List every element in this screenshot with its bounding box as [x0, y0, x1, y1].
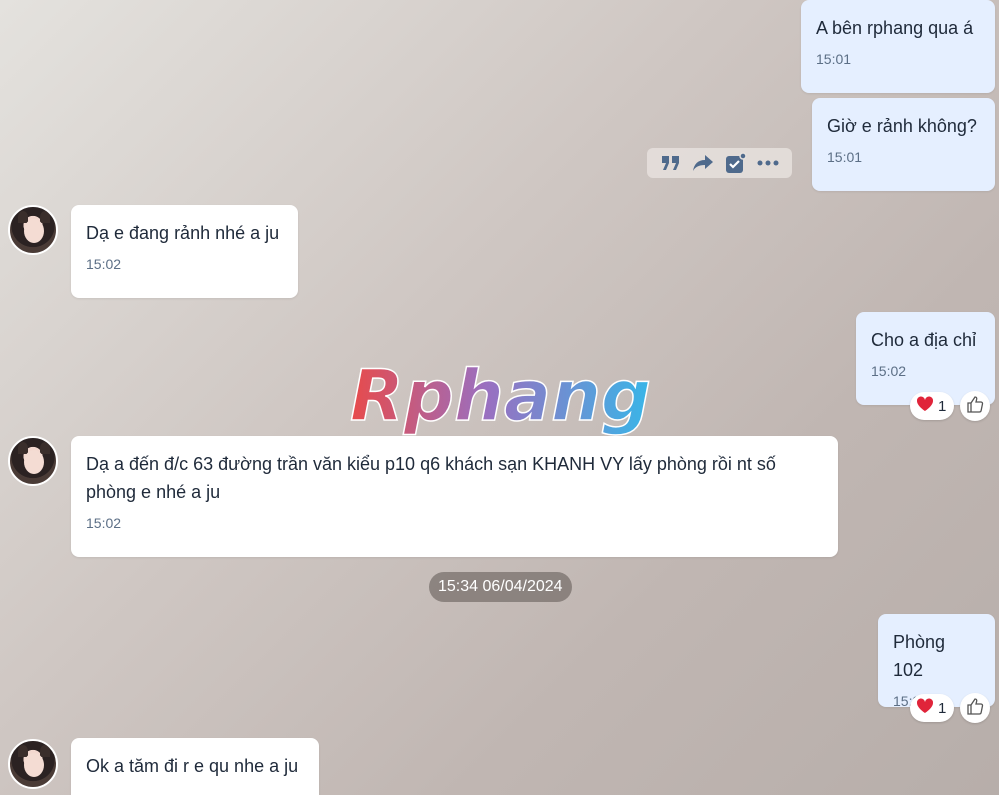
message-incoming[interactable]: Ok a tăm đi r e qu nhe a ju	[71, 738, 319, 795]
message-incoming[interactable]: Dạ e đang rảnh nhé a ju 15:02	[71, 205, 298, 298]
message-text: Ok a tăm đi r e qu nhe a ju	[86, 756, 299, 776]
date-separator: 15:34 06/04/2024	[429, 572, 572, 602]
heart-icon	[916, 698, 934, 718]
message-text: Phòng 102	[893, 632, 951, 680]
like-button[interactable]	[960, 693, 990, 723]
message-text: A bên rphang qua á	[816, 18, 974, 38]
message-text: Giờ e rảnh không?	[827, 116, 977, 136]
reaction-badge[interactable]: 1	[910, 392, 955, 420]
avatar[interactable]	[8, 205, 58, 255]
message-incoming[interactable]: Dạ a đến đ/c 63 đường trần văn kiểu p10 …	[71, 436, 838, 557]
message-time: 15:01	[827, 149, 863, 165]
message-outgoing[interactable]: Giờ e rảnh không? 15:01	[812, 98, 995, 191]
message-text: Dạ a đến đ/c 63 đường trần văn kiểu p10 …	[86, 454, 776, 502]
thumbs-up-icon	[966, 697, 984, 720]
more-icon[interactable]	[757, 152, 779, 174]
svg-text:Rphang: Rphang	[350, 358, 650, 437]
message-time: 15:02	[86, 515, 122, 531]
message-time: 15:02	[871, 363, 907, 379]
message-text: Cho a địa chỉ	[871, 330, 977, 350]
forward-icon[interactable]	[692, 152, 714, 174]
reaction-badge[interactable]: 1	[910, 694, 955, 722]
task-icon[interactable]	[725, 152, 747, 174]
heart-icon	[916, 396, 934, 416]
reaction-count: 1	[938, 699, 947, 717]
quote-icon[interactable]	[660, 152, 682, 174]
like-button[interactable]	[960, 391, 990, 421]
thumbs-up-icon	[966, 395, 984, 418]
message-text: Dạ e đang rảnh nhé a ju	[86, 223, 280, 243]
avatar[interactable]	[8, 739, 58, 789]
message-actions-toolbar	[647, 148, 792, 178]
watermark-logo: Rphang	[349, 354, 652, 438]
message-time: 15:01	[816, 51, 852, 67]
message-outgoing[interactable]: A bên rphang qua á 15:01	[801, 0, 995, 93]
reaction-count: 1	[938, 397, 947, 415]
avatar[interactable]	[8, 436, 58, 486]
message-time: 15:02	[86, 256, 122, 272]
